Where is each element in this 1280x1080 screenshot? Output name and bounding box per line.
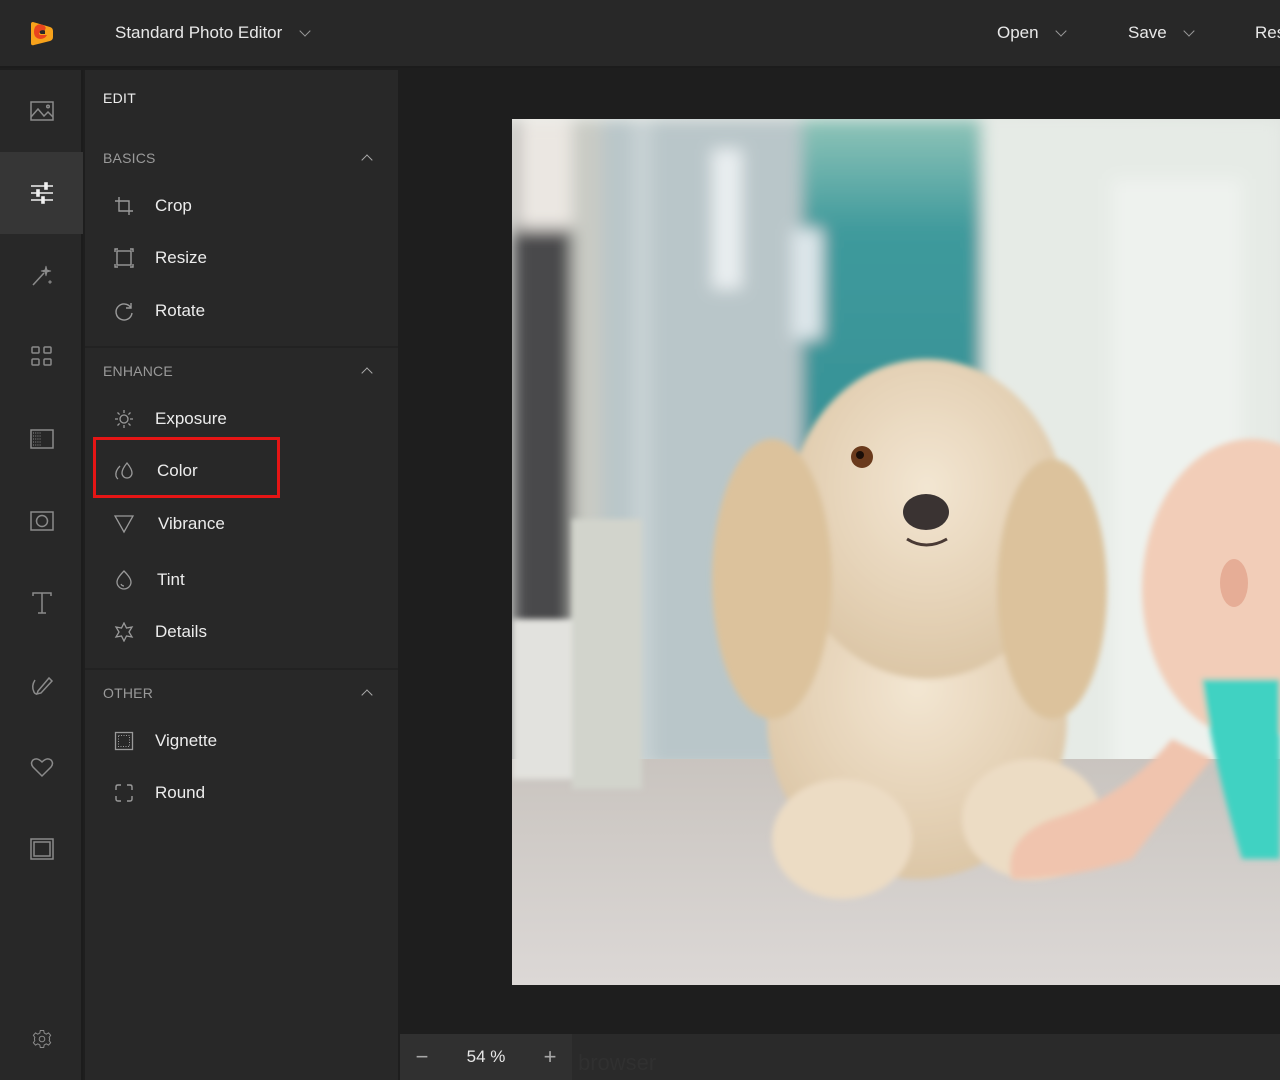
- sliders-icon: [30, 182, 53, 204]
- tool-exposure[interactable]: Exposure: [103, 397, 383, 441]
- rail-item-edit[interactable]: [0, 152, 83, 234]
- drops-icon: [115, 461, 133, 480]
- section-header-other[interactable]: OTHER: [85, 675, 398, 711]
- tool-label: Round: [155, 783, 206, 802]
- editor-mode-dropdown[interactable]: Standard Photo Editor: [115, 23, 311, 43]
- canvas-area: [400, 70, 1280, 1034]
- tool-label: Resize: [155, 248, 207, 267]
- tool-label: Exposure: [155, 409, 227, 428]
- logo-icon[interactable]: [28, 20, 54, 46]
- tool-resize[interactable]: Resize: [103, 236, 383, 280]
- rail-item-collage[interactable]: [0, 316, 83, 398]
- section-enhance: ENHANCE: [85, 353, 398, 389]
- resize-icon: [114, 248, 134, 268]
- section-header-enhance[interactable]: ENHANCE: [85, 353, 398, 389]
- chevron-down-icon: [1183, 24, 1195, 37]
- vignette-icon: [114, 731, 134, 751]
- tool-label: Vignette: [155, 731, 218, 750]
- image-icon: [29, 101, 54, 121]
- sparkle-icon: [114, 622, 134, 642]
- reset-label: Res: [1255, 23, 1280, 42]
- open-label: Open: [997, 23, 1039, 42]
- rail-item-effects[interactable]: [0, 234, 83, 316]
- photo-illustration: [512, 119, 1280, 985]
- chevron-down-icon: [299, 24, 311, 37]
- section-label: BASICS: [103, 150, 156, 166]
- chevron-up-icon: [361, 154, 373, 166]
- rail-item-draw[interactable]: [0, 644, 83, 726]
- border-icon: [29, 838, 54, 860]
- tool-rail: [0, 70, 83, 1080]
- tool-round[interactable]: Round: [103, 771, 383, 815]
- tool-vignette[interactable]: Vignette: [103, 719, 383, 763]
- tool-color[interactable]: Color: [103, 449, 383, 493]
- panel-title: EDIT: [103, 90, 137, 106]
- section-label: ENHANCE: [103, 363, 173, 379]
- zoom-control: − 54 % +: [400, 1034, 572, 1080]
- app-title: Standard Photo Editor: [115, 23, 283, 42]
- save-menu-button[interactable]: Save: [1128, 23, 1195, 43]
- draw-icon: [31, 676, 53, 696]
- texture-icon: [29, 429, 54, 449]
- reset-menu-button[interactable]: Res: [1255, 23, 1280, 43]
- section-label: OTHER: [103, 685, 153, 701]
- edit-panel: EDIT BASICS Crop Resize Rotate ENHANCE E…: [85, 70, 398, 1080]
- gear-icon: [32, 1030, 51, 1048]
- photo-canvas[interactable]: [512, 119, 1280, 985]
- heart-icon: [30, 758, 53, 778]
- tool-crop[interactable]: Crop: [103, 184, 383, 228]
- section-basics: BASICS: [85, 140, 398, 176]
- rail-item-settings[interactable]: [0, 998, 83, 1080]
- section-other: OTHER: [85, 675, 398, 711]
- top-bar: Standard Photo Editor Open Save Res: [0, 0, 1280, 68]
- zoom-in-button[interactable]: +: [528, 1034, 572, 1080]
- tool-rotate[interactable]: Rotate: [103, 289, 383, 333]
- rail-item-image[interactable]: [0, 70, 83, 152]
- magic-wand-icon: [31, 265, 53, 286]
- tool-vibrance[interactable]: Vibrance: [103, 502, 383, 546]
- chevron-down-icon: [1054, 24, 1067, 37]
- tool-details[interactable]: Details: [103, 610, 383, 654]
- tool-label: Vibrance: [158, 514, 225, 533]
- tool-label: Tint: [157, 570, 185, 589]
- section-header-basics[interactable]: BASICS: [85, 140, 398, 176]
- section-divider: [85, 668, 398, 670]
- open-menu-button[interactable]: Open: [997, 23, 1067, 43]
- tool-tint[interactable]: Tint: [103, 558, 383, 602]
- rail-item-frames[interactable]: [0, 480, 83, 562]
- rail-item-textures[interactable]: [0, 398, 83, 480]
- tool-label: Color: [157, 461, 198, 480]
- zoom-out-button[interactable]: −: [400, 1034, 444, 1080]
- frame-circle-icon: [29, 511, 54, 531]
- section-divider: [85, 346, 398, 348]
- ghost-label: browser: [578, 1050, 657, 1075]
- rail-item-borders[interactable]: [0, 808, 83, 890]
- zoom-level: 54 %: [466, 1047, 506, 1066]
- rail-item-favorites[interactable]: [0, 726, 83, 808]
- rotate-icon: [115, 303, 133, 321]
- bottom-bar: − 54 % + browser: [400, 1034, 1280, 1080]
- chevron-up-icon: [361, 367, 373, 379]
- tool-label: Crop: [155, 196, 192, 215]
- rail-item-text[interactable]: [0, 562, 83, 644]
- drop-icon: [116, 570, 132, 590]
- tool-label: Rotate: [155, 301, 206, 320]
- crop-icon: [115, 197, 133, 215]
- round-corners-icon: [115, 784, 133, 802]
- grid-icon: [30, 346, 52, 366]
- save-label: Save: [1128, 23, 1167, 42]
- tool-label: Details: [155, 622, 207, 641]
- triangle-icon: [114, 515, 134, 534]
- chevron-up-icon: [361, 689, 373, 701]
- text-icon: [31, 592, 52, 614]
- sun-icon: [115, 410, 133, 428]
